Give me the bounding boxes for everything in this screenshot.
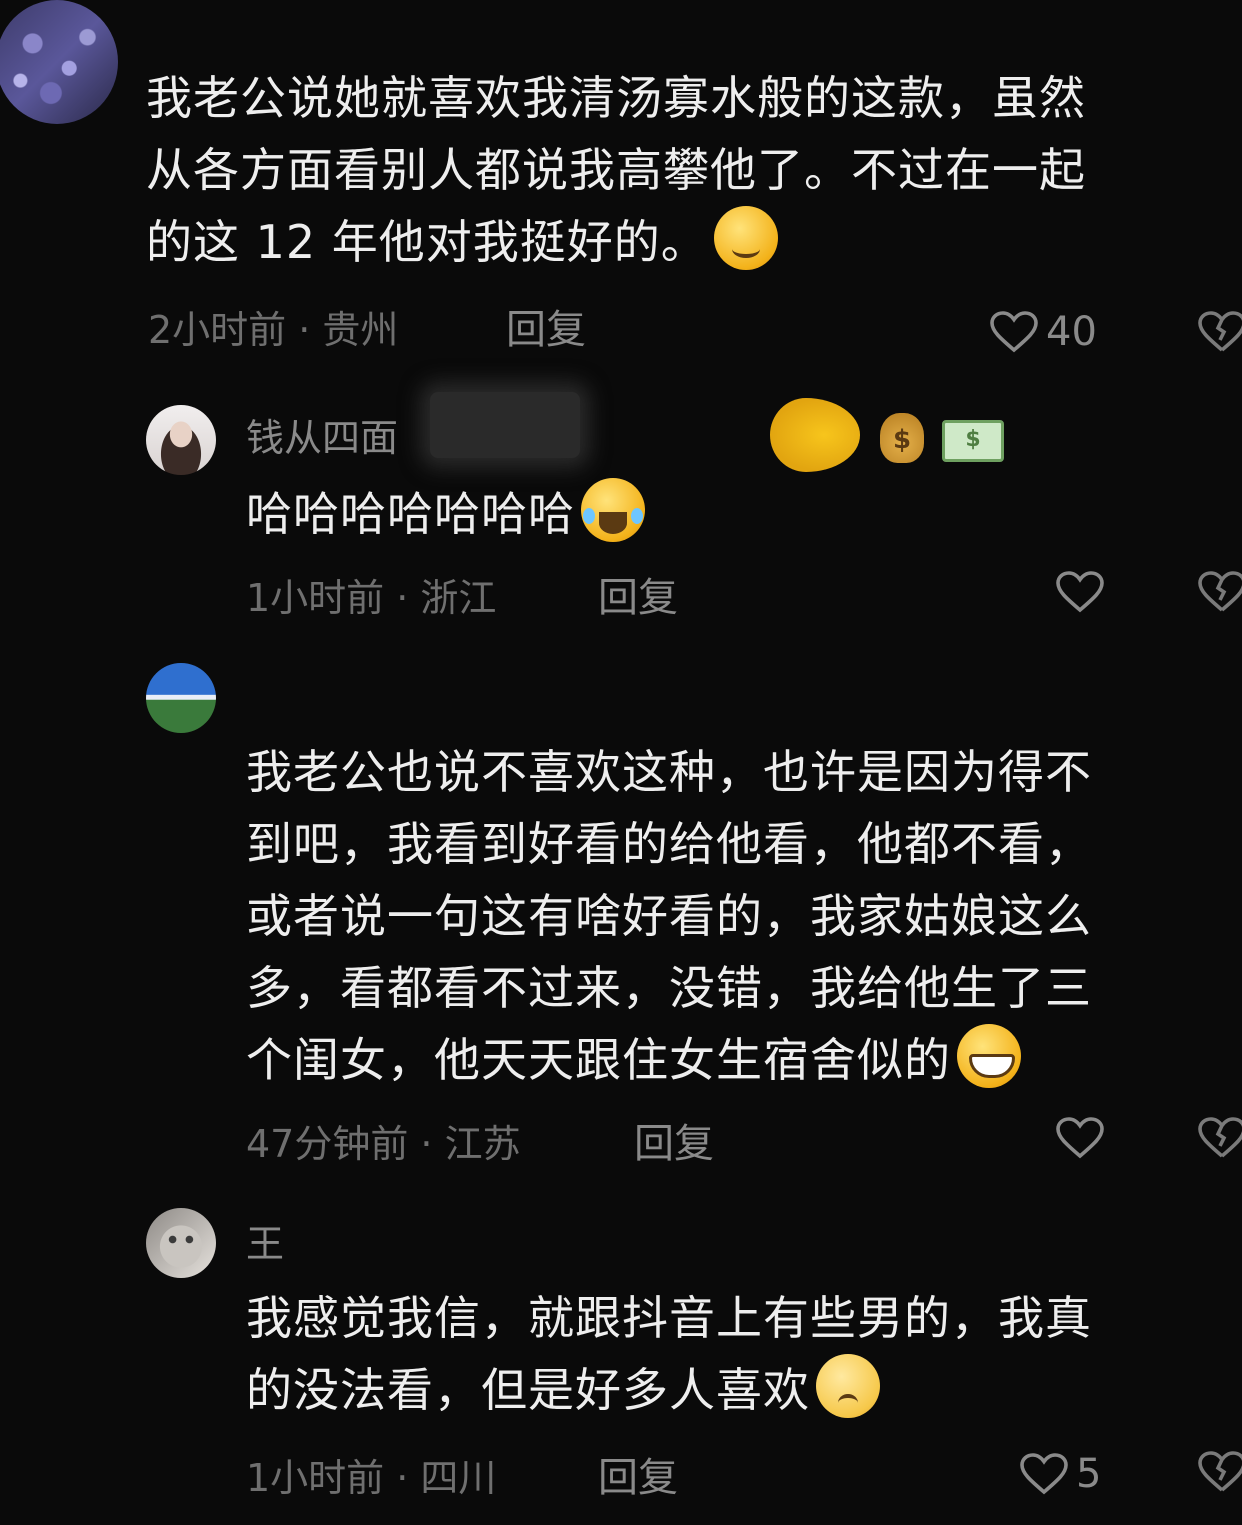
like-button[interactable]: 40 (990, 308, 1097, 356)
comment-text: 我老公也说不喜欢这种，也许是因为得不 到吧，我看到好看的给他看，他都不看， 或者… (246, 745, 1092, 1088)
like-button[interactable]: 5 (1020, 1450, 1101, 1498)
redaction-sticker (770, 398, 860, 472)
heart-icon (1020, 1452, 1068, 1496)
smiling-face-icon (713, 206, 778, 270)
like-count: 40 (1046, 309, 1097, 355)
grinning-face-icon (957, 1024, 1021, 1088)
pleading-face-icon (816, 1354, 880, 1418)
avatar[interactable] (146, 663, 216, 733)
comment-meta: 47分钟前 · 江苏 (246, 1122, 521, 1166)
comment-meta: 2小时前 · 贵州 (148, 308, 399, 352)
comment-meta: 1小时前 · 浙江 (246, 576, 497, 620)
reply-button[interactable]: 回复 (598, 1454, 678, 1502)
avatar[interactable] (146, 1208, 216, 1278)
comment-text: 我感觉我信，就跟抖音上有些男的，我真 的没法看，但是好多人喜欢 (246, 1291, 1092, 1418)
username[interactable]: 钱从四面 (246, 414, 398, 462)
heart-icon (1056, 1116, 1104, 1160)
reply-button[interactable]: 回复 (634, 1120, 714, 1168)
comment-text: 哈哈哈哈哈哈哈 (246, 478, 645, 550)
broken-heart-icon[interactable] (1198, 1116, 1242, 1160)
heart-icon (990, 310, 1038, 354)
comment-meta: 1小时前 · 四川 (246, 1456, 497, 1500)
heart-icon (1056, 570, 1104, 614)
like-count: 5 (1076, 1451, 1102, 1497)
money-bag-icon: $ (880, 413, 924, 463)
like-button[interactable] (1056, 1116, 1104, 1160)
like-button[interactable] (1056, 570, 1104, 614)
redacted-username (430, 392, 580, 458)
comment-text: 我老公说她就喜欢我清汤寡水般的这款，虽然 从各方面看别人都说我高攀他了。不过在一… (146, 71, 1086, 270)
reply-button[interactable]: 回复 (598, 574, 678, 622)
broken-heart-icon[interactable] (1198, 570, 1242, 614)
avatar[interactable] (146, 405, 216, 475)
broken-heart-icon[interactable] (1198, 1450, 1242, 1494)
username[interactable]: 王 (246, 1220, 284, 1268)
reply-button[interactable]: 回复 (506, 306, 586, 354)
tears-of-joy-icon (581, 478, 645, 542)
money-bill-icon: $ (942, 420, 1004, 462)
broken-heart-icon[interactable] (1198, 310, 1242, 354)
avatar[interactable] (0, 0, 118, 124)
